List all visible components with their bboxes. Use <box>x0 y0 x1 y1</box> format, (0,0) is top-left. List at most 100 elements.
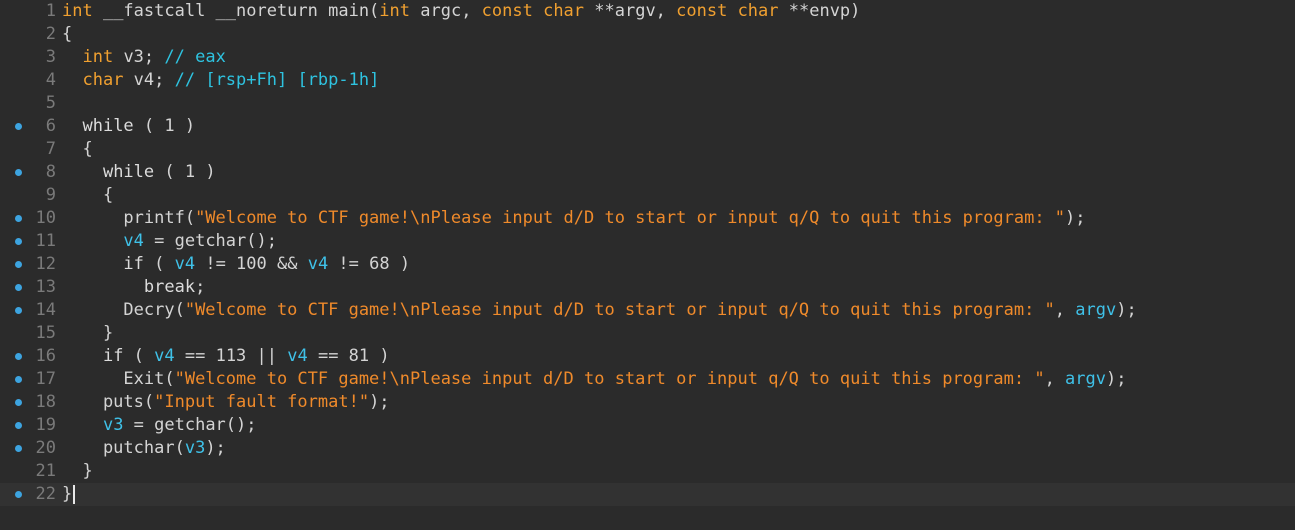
code-token: v3 <box>102 415 124 435</box>
code-token: = getchar(); <box>123 415 257 435</box>
code-token: argv <box>1065 369 1106 389</box>
line-number: 10 <box>35 208 56 228</box>
code-token: **argv, <box>584 1 677 21</box>
code-text[interactable]: putchar(v3); <box>62 437 226 460</box>
code-token: v4 <box>174 254 196 274</box>
code-token: == 113 || <box>174 346 288 366</box>
code-text[interactable]: while ( 1 ) <box>62 161 216 184</box>
code-text[interactable]: { <box>62 23 72 46</box>
code-line[interactable]: 14 Decry("Welcome to CTF game!\nPlease i… <box>0 299 1295 322</box>
code-token: "Welcome to CTF game!\nPlease input d/D … <box>184 300 1055 320</box>
line-number: 20 <box>35 438 56 458</box>
code-text[interactable]: int __fastcall __noreturn main(int argc,… <box>62 0 860 23</box>
code-text[interactable]: printf("Welcome to CTF game!\nPlease inp… <box>62 207 1085 230</box>
code-text[interactable]: v4 = getchar(); <box>62 230 277 253</box>
code-token: , <box>1054 300 1076 320</box>
pseudocode-editor[interactable]: 1 int __fastcall __noreturn main(int argc… <box>0 0 1295 530</box>
code-token: ; <box>195 277 206 297</box>
code-line[interactable]: 8 while ( 1 ) <box>0 161 1295 184</box>
code-token: ); <box>1116 300 1137 320</box>
code-token: == 81 ) <box>307 346 390 366</box>
code-token: Decry( <box>62 300 185 320</box>
code-text[interactable]: int v3; // eax <box>62 46 225 69</box>
code-line[interactable]: 18 puts("Input fault format!"); <box>0 391 1295 414</box>
code-line[interactable]: 17 Exit("Welcome to CTF game!\nPlease in… <box>0 368 1295 391</box>
text-cursor <box>73 484 76 504</box>
line-number: 4 <box>45 70 56 90</box>
code-line[interactable]: 5 <box>0 92 1295 115</box>
code-token: "Welcome to CTF game!\nPlease input d/D … <box>195 208 1066 228</box>
line-number: 12 <box>35 254 56 274</box>
code-text[interactable]: v3 = getchar(); <box>62 414 257 437</box>
code-text[interactable]: break; <box>62 276 205 299</box>
code-token: v4 <box>154 346 175 366</box>
code-line[interactable]: 12 if ( v4 != 100 && v4 != 68 ) <box>0 253 1295 276</box>
line-number: 9 <box>45 185 56 205</box>
line-number: 22 <box>35 484 56 504</box>
code-token: if <box>123 254 144 274</box>
code-text[interactable]: if ( v4 != 100 && v4 != 68 ) <box>62 253 410 276</box>
code-token: "Input fault format!" <box>154 392 370 412</box>
line-number: 2 <box>45 24 56 44</box>
code-token: if <box>102 346 124 366</box>
code-text[interactable]: if ( v4 == 113 || v4 == 81 ) <box>62 345 390 368</box>
code-text[interactable]: Exit("Welcome to CTF game!\nPlease input… <box>62 368 1126 391</box>
line-number: 1 <box>45 1 56 21</box>
code-line[interactable]: 11 v4 = getchar(); <box>0 230 1295 253</box>
code-text[interactable]: Decry("Welcome to CTF game!\nPlease inpu… <box>62 299 1137 322</box>
code-line[interactable]: 13 break; <box>0 276 1295 299</box>
code-line[interactable]: 7 { <box>0 138 1295 161</box>
code-text[interactable]: { <box>62 184 113 207</box>
line-number: 8 <box>45 162 56 182</box>
code-text[interactable]: while ( 1 ) <box>62 115 195 138</box>
code-token: putchar( <box>62 438 185 458</box>
code-token: while <box>82 116 134 136</box>
code-token: "Welcome to CTF game!\nPlease input d/D … <box>174 369 1045 389</box>
code-line[interactable]: 19 v3 = getchar(); <box>0 414 1295 437</box>
code-line[interactable]: 9 { <box>0 184 1295 207</box>
code-text[interactable]: puts("Input fault format!"); <box>62 391 390 414</box>
code-token: v4 <box>307 254 329 274</box>
code-line[interactable]: 22} <box>0 483 1295 506</box>
code-line[interactable]: 1 int __fastcall __noreturn main(int argc… <box>0 0 1295 23</box>
code-token: ); <box>1106 369 1127 389</box>
code-token: ( <box>123 346 155 366</box>
code-line[interactable]: 4 char v4; // [rsp+Fh] [rbp-1h] <box>0 69 1295 92</box>
code-line[interactable]: 16 if ( v4 == 113 || v4 == 81 ) <box>0 345 1295 368</box>
code-token: const char <box>481 1 585 21</box>
code-token: != 68 ) <box>328 254 411 274</box>
code-token: int <box>379 1 411 21</box>
code-token: puts( <box>62 392 155 412</box>
code-line[interactable]: 15 } <box>0 322 1295 345</box>
line-number: 18 <box>35 392 56 412</box>
code-token: v3; <box>113 47 165 67</box>
code-line[interactable]: 20 putchar(v3); <box>0 437 1295 460</box>
code-line[interactable]: 21 } <box>0 460 1295 483</box>
code-line[interactable]: 10 printf("Welcome to CTF game!\nPlease … <box>0 207 1295 230</box>
code-token: } <box>62 484 73 504</box>
code-text[interactable]: { <box>62 138 92 161</box>
line-number: 16 <box>35 346 56 366</box>
line-number: 15 <box>35 323 56 343</box>
code-line[interactable]: 3 int v3; // eax <box>0 46 1295 69</box>
line-number: 21 <box>35 461 56 481</box>
code-text[interactable]: } <box>62 460 93 483</box>
code-token: ( <box>143 254 175 274</box>
code-text[interactable]: } <box>62 322 113 345</box>
line-number: 3 <box>45 47 56 67</box>
code-token: break <box>143 277 196 297</box>
code-line[interactable]: 6 while ( 1 ) <box>0 115 1295 138</box>
code-token: printf( <box>62 208 196 228</box>
code-token: v4; <box>123 70 175 90</box>
code-line[interactable]: 2{ <box>0 23 1295 46</box>
code-text[interactable]: } <box>62 483 76 506</box>
code-text[interactable]: char v4; // [rsp+Fh] [rbp-1h] <box>62 69 379 92</box>
code-token: } <box>62 461 93 481</box>
code-token: , <box>1044 369 1066 389</box>
line-number: 13 <box>35 277 56 297</box>
line-number: 11 <box>35 231 56 251</box>
code-token: } <box>62 323 114 343</box>
